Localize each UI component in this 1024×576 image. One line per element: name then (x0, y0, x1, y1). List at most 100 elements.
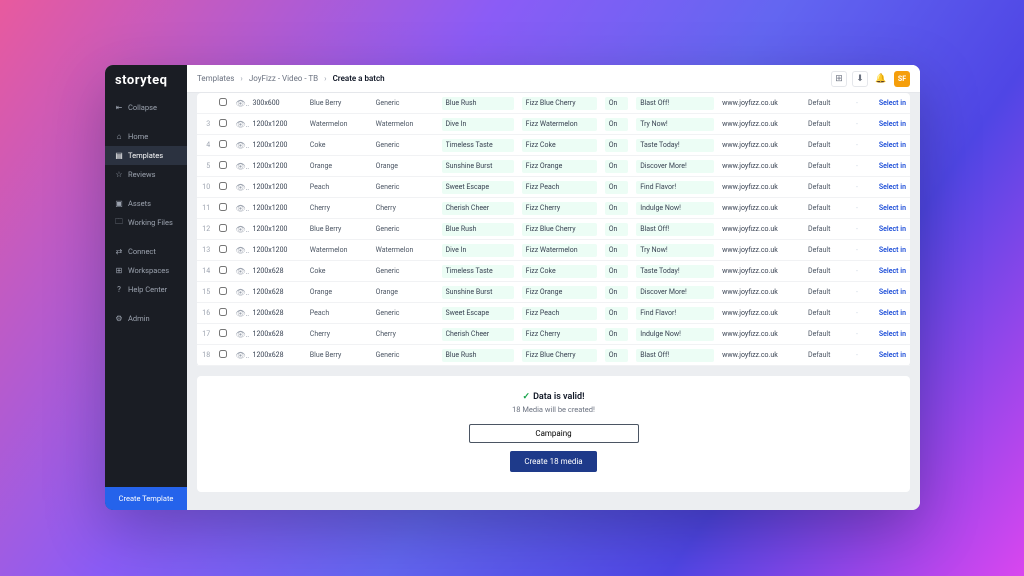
cell-headline[interactable] (438, 345, 518, 366)
cell-cta[interactable] (632, 93, 718, 114)
sidebar-item-templates[interactable]: ▤Templates (105, 146, 187, 165)
row-checkbox[interactable] (214, 282, 231, 303)
row-checkbox[interactable] (214, 177, 231, 198)
breadcrumb-0[interactable]: Templates (197, 74, 234, 83)
select-in-link[interactable]: Select in (864, 261, 910, 282)
cell-cta[interactable] (632, 240, 718, 261)
cell-headline[interactable] (438, 324, 518, 345)
create-media-button[interactable]: Create 18 media (510, 451, 596, 472)
sidebar-item-workspaces[interactable]: ⊞Workspaces (105, 261, 187, 280)
create-template-button[interactable]: Create Template (105, 487, 187, 510)
cell-product[interactable] (518, 114, 601, 135)
row-checkbox[interactable] (214, 324, 231, 345)
eye-icon[interactable]: 👁 (231, 93, 248, 114)
cell-product[interactable] (518, 219, 601, 240)
cell-product[interactable] (518, 240, 601, 261)
avatar[interactable]: SF (894, 71, 910, 87)
cell-headline[interactable] (438, 177, 518, 198)
eye-icon[interactable]: 👁 (231, 198, 248, 219)
cell-on[interactable] (601, 303, 632, 324)
select-in-link[interactable]: Select in (864, 345, 910, 366)
cell-headline[interactable] (438, 93, 518, 114)
eye-icon[interactable]: 👁 (231, 219, 248, 240)
cell-headline[interactable] (438, 240, 518, 261)
row-checkbox[interactable] (214, 219, 231, 240)
cell-headline[interactable] (438, 135, 518, 156)
cell-headline[interactable] (438, 303, 518, 324)
select-in-link[interactable]: Select in (864, 219, 910, 240)
cell-cta[interactable] (632, 303, 718, 324)
cell-cta[interactable] (632, 135, 718, 156)
cell-cta[interactable] (632, 324, 718, 345)
cell-on[interactable] (601, 177, 632, 198)
eye-icon[interactable]: 👁 (231, 114, 248, 135)
cell-on[interactable] (601, 114, 632, 135)
eye-icon[interactable]: 👁 (231, 135, 248, 156)
select-in-link[interactable]: Select in (864, 282, 910, 303)
sidebar-item-help-center[interactable]: ?Help Center (105, 280, 187, 299)
cell-on[interactable] (601, 219, 632, 240)
cell-cta[interactable] (632, 198, 718, 219)
eye-icon[interactable]: 👁 (231, 177, 248, 198)
row-checkbox[interactable] (214, 345, 231, 366)
row-checkbox[interactable] (214, 93, 231, 114)
sidebar-item-admin[interactable]: ⚙Admin (105, 309, 187, 328)
select-in-link[interactable]: Select in (864, 240, 910, 261)
row-checkbox[interactable] (214, 303, 231, 324)
row-checkbox[interactable] (214, 240, 231, 261)
cell-on[interactable] (601, 345, 632, 366)
cell-on[interactable] (601, 261, 632, 282)
select-in-link[interactable]: Select in (864, 177, 910, 198)
eye-icon[interactable]: 👁 (231, 303, 248, 324)
sidebar-item-collapse[interactable]: ⇤Collapse (105, 98, 187, 117)
cell-product[interactable] (518, 261, 601, 282)
cell-product[interactable] (518, 156, 601, 177)
eye-icon[interactable]: 👁 (231, 261, 248, 282)
sidebar-item-home[interactable]: ⌂Home (105, 127, 187, 146)
cell-product[interactable] (518, 345, 601, 366)
eye-icon[interactable]: 👁 (231, 282, 248, 303)
breadcrumb-1[interactable]: JoyFizz - Video - TB (249, 74, 318, 83)
sidebar-item-reviews[interactable]: ☆Reviews (105, 165, 187, 184)
cell-product[interactable] (518, 282, 601, 303)
cell-headline[interactable] (438, 261, 518, 282)
cell-product[interactable] (518, 93, 601, 114)
cell-cta[interactable] (632, 156, 718, 177)
eye-icon[interactable]: 👁 (231, 156, 248, 177)
row-checkbox[interactable] (214, 156, 231, 177)
cell-headline[interactable] (438, 114, 518, 135)
cell-cta[interactable] (632, 177, 718, 198)
cell-on[interactable] (601, 156, 632, 177)
cell-on[interactable] (601, 93, 632, 114)
download-icon[interactable]: ⬇ (852, 71, 868, 87)
row-checkbox[interactable] (214, 135, 231, 156)
cell-on[interactable] (601, 282, 632, 303)
select-in-link[interactable]: Select in (864, 324, 910, 345)
cell-headline[interactable] (438, 282, 518, 303)
cell-product[interactable] (518, 198, 601, 219)
grid-icon[interactable]: ⊞ (831, 71, 847, 87)
cell-headline[interactable] (438, 156, 518, 177)
eye-icon[interactable]: 👁 (231, 345, 248, 366)
sidebar-item-connect[interactable]: ⇄Connect (105, 242, 187, 261)
eye-icon[interactable]: 👁 (231, 324, 248, 345)
campaign-input[interactable] (469, 424, 639, 443)
cell-on[interactable] (601, 198, 632, 219)
cell-cta[interactable] (632, 345, 718, 366)
cell-headline[interactable] (438, 219, 518, 240)
select-in-link[interactable]: Select in (864, 156, 910, 177)
sidebar-item-assets[interactable]: ▣Assets (105, 194, 187, 213)
cell-on[interactable] (601, 135, 632, 156)
cell-product[interactable] (518, 135, 601, 156)
row-checkbox[interactable] (214, 114, 231, 135)
bell-icon[interactable]: 🔔 (873, 71, 889, 87)
cell-headline[interactable] (438, 198, 518, 219)
select-in-link[interactable]: Select in (864, 114, 910, 135)
select-in-link[interactable]: Select in (864, 198, 910, 219)
cell-on[interactable] (601, 324, 632, 345)
row-checkbox[interactable] (214, 198, 231, 219)
cell-on[interactable] (601, 240, 632, 261)
cell-product[interactable] (518, 303, 601, 324)
eye-icon[interactable]: 👁 (231, 240, 248, 261)
cell-cta[interactable] (632, 219, 718, 240)
